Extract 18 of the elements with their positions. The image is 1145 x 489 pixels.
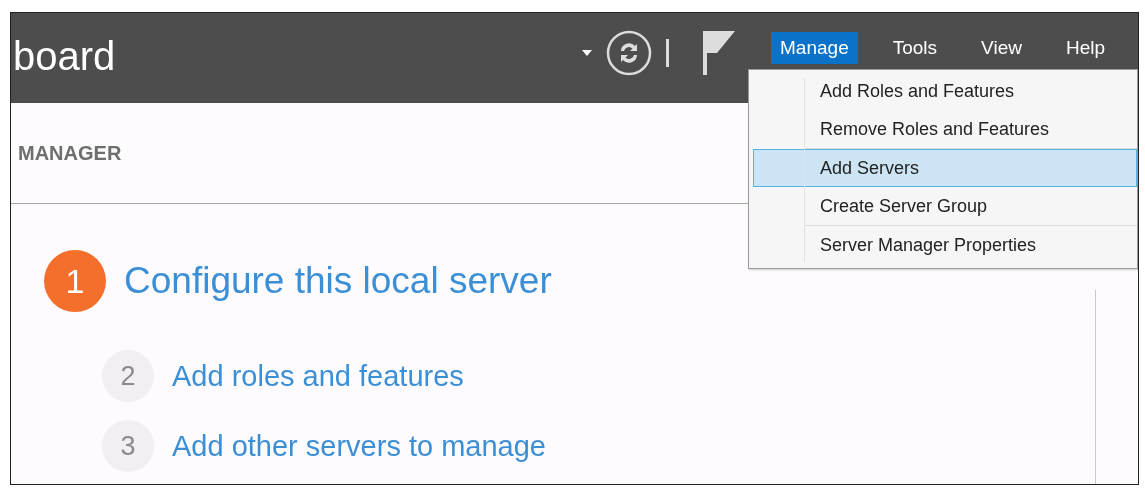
divider-icon [666,39,670,67]
menu-item[interactable]: Add Roles and Features [753,72,1137,110]
refresh-icon[interactable] [606,30,653,76]
flag-icon[interactable] [703,31,736,75]
caret-icon[interactable] [582,50,593,56]
menu-tab[interactable]: Help [1056,32,1114,64]
step-number: 3 [102,420,154,472]
step-number: 2 [102,350,154,402]
step-number: 1 [44,250,106,312]
menu-tab[interactable]: Tools [883,32,947,64]
section-title: MANAGER [18,141,122,165]
menu-tab[interactable]: View [972,32,1031,64]
menu-item[interactable]: Remove Roles and Features [753,110,1137,148]
menu-item[interactable]: Add Servers [753,149,1137,187]
dashboard-title: board [13,33,116,79]
menu-item[interactable]: Create Server Group [753,187,1137,225]
menu-tab[interactable]: Manage [771,32,858,64]
menu-item[interactable]: Server Manager Properties [753,226,1137,264]
